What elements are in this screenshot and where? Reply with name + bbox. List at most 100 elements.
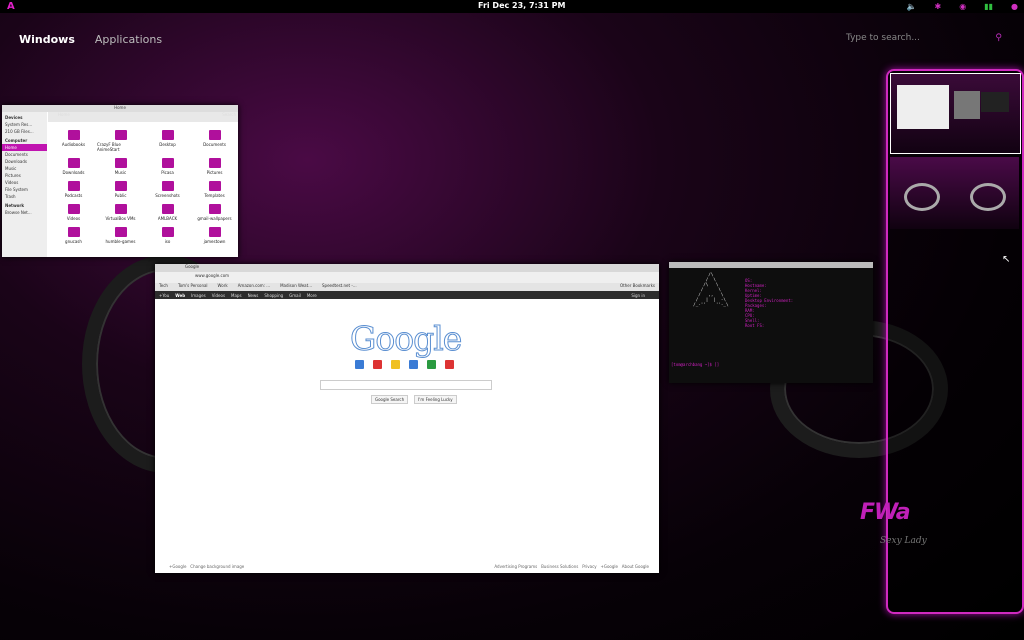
file-manager-sidebar: Devices System Res... 210 GB Files... Co… [2,112,47,257]
footer-link[interactable]: +Google [601,564,618,569]
google-bar-link[interactable]: More [307,293,317,298]
terminal-window[interactable]: /\ / \ /\ \ / \ / ,, \ / | | -\ /_-'' ''… [669,262,873,383]
bookmark-item[interactable]: Tech [159,283,168,291]
folder-icon [114,181,127,191]
browser-window[interactable]: Google www.google.com Tech Tom's Persona… [155,264,659,573]
address-bar[interactable]: www.google.com [155,272,659,283]
bookmark-item[interactable]: Tom's Personal [178,283,208,291]
bookmark-item[interactable]: Amazon.com: ... [238,283,270,291]
speaker-icon[interactable]: 🔈 [907,2,917,11]
feeling-lucky-button[interactable]: I'm Feeling Lucky [414,395,457,404]
folder-icon [114,227,127,237]
wifi-icon[interactable]: ◉ [959,2,966,11]
folder-icon [208,130,221,140]
folder-item[interactable]: AMLBACK [144,204,191,221]
footer-link[interactable]: Change background image [190,564,244,569]
bookmark-item[interactable]: Madison Weat... [280,283,312,291]
google-bar: +You Web Images Videos Maps News Shoppin… [155,291,659,299]
sidebar-header-devices: Devices [5,115,23,120]
sidebar-item-device[interactable]: 210 GB Files... [2,128,47,135]
google-search-input[interactable] [320,380,492,390]
folder-item[interactable]: Music [97,158,144,175]
folder-item[interactable]: Desktop [144,130,191,152]
sidebar-item-browse-network[interactable]: Browse Net... [2,209,47,216]
file-manager-window[interactable]: Home Devices System Res... 210 GB Files.… [2,105,238,257]
other-bookmarks[interactable]: Other Bookmarks [620,283,655,291]
sidebar-item-device[interactable]: System Res... [2,121,47,128]
bluetooth-icon[interactable]: ✱ [935,2,942,11]
sidebar-header-computer: Computer [5,138,28,143]
folder-item[interactable]: Picasa [144,158,191,175]
arch-ascii-logo: /\ / \ /\ \ / \ / ,, \ / | | -\ /_-'' ''… [693,272,729,307]
footer-link[interactable]: Business Solutions [541,564,578,569]
tab-windows[interactable]: Windows [19,33,75,46]
sidebar-item-trash[interactable]: Trash [2,193,47,200]
terminal-prompt[interactable]: [tom@archbang ~]$ [] [671,362,719,367]
folder-item[interactable]: CrazyF Blue AnimeStart [97,130,144,152]
folder-item[interactable]: Downloads [50,158,97,175]
folder-item[interactable]: Podcasts [50,181,97,198]
folder-item[interactable]: VirtualBox VMs [97,204,144,221]
folder-icon [67,158,80,168]
folder-item[interactable]: Screenshots [144,181,191,198]
folder-item[interactable]: Pictures [191,158,238,175]
folder-item[interactable]: Templates [191,181,238,198]
folder-item[interactable]: humble-games [97,227,144,244]
file-manager-toolbar: Home Search [48,112,238,122]
folder-item[interactable]: Public [97,181,144,198]
google-search-button[interactable]: Google Search [371,395,409,404]
folder-icon [208,158,221,168]
google-bar-link[interactable]: +You [159,293,169,298]
mouse-cursor-icon: ↖ [1002,254,1011,265]
google-bar-link[interactable]: Videos [212,293,225,298]
folder-item[interactable]: iso [144,227,191,244]
sidebar-item-downloads[interactable]: Downloads [2,158,47,165]
footer-link[interactable]: +Google [169,564,186,569]
folder-item[interactable]: Documents [191,130,238,152]
overview-search[interactable]: Type to search... ⚲ [846,33,1002,47]
folder-item[interactable]: Videos [50,204,97,221]
footer-link[interactable]: Privacy [582,564,596,569]
sidebar-item-pictures[interactable]: Pictures [2,172,47,179]
tab-applications[interactable]: Applications [95,33,162,46]
mini-window [897,85,949,129]
google-bar-link[interactable]: Images [191,293,206,298]
sidebar-item-videos[interactable]: Videos [2,179,47,186]
sidebar-item-file-system[interactable]: File System [2,186,47,193]
workspace-thumbnail-2[interactable] [890,157,1019,229]
browser-tab[interactable]: Google [155,264,659,272]
folder-icon [161,181,174,191]
mini-window [954,91,980,119]
sign-in-button[interactable]: Sign in [631,293,645,298]
doodle-boxes [355,360,454,369]
search-button[interactable]: Search [222,112,236,117]
google-bar-link[interactable]: Maps [231,293,242,298]
google-bar-link[interactable]: News [248,293,259,298]
google-buttons: Google Search I'm Feeling Lucky [371,395,457,404]
clock[interactable]: Fri Dec 23, 7:31 PM [478,1,565,10]
sidebar-item-music[interactable]: Music [2,165,47,172]
workspace-thumbnail-1[interactable] [890,73,1021,154]
footer-link[interactable]: About Google [622,564,649,569]
folder-item[interactable]: Audiobooks [50,130,97,152]
folder-item[interactable]: gmail-wallpapers [191,204,238,221]
location-home-button[interactable]: Home [58,112,70,117]
folder-item[interactable]: jamestown [191,227,238,244]
google-footer: +Google Change background image Advertis… [169,564,649,569]
arch-logo-icon[interactable]: A [7,1,15,12]
google-bar-link[interactable]: Gmail [289,293,301,298]
google-logo: Google [349,319,462,359]
wallpaper-tagline: Sexy Lady [880,536,927,546]
google-bar-link[interactable]: Shopping [264,293,283,298]
bookmark-item[interactable]: Work [218,283,228,291]
sidebar-item-home[interactable]: Home [2,144,47,151]
footer-link[interactable]: Advertising Programs [494,564,537,569]
sidebar-item-documents[interactable]: Documents [2,151,47,158]
bookmark-item[interactable]: Speedtest.net -... [322,283,357,291]
battery-icon[interactable]: ▮▮ [984,2,993,11]
wallpaper-logo: FWa [860,500,911,525]
user-icon[interactable]: ● [1011,2,1018,11]
folder-item[interactable]: gnucash [50,227,97,244]
search-input[interactable]: Type to search... [846,33,920,47]
google-bar-link[interactable]: Web [175,293,185,298]
